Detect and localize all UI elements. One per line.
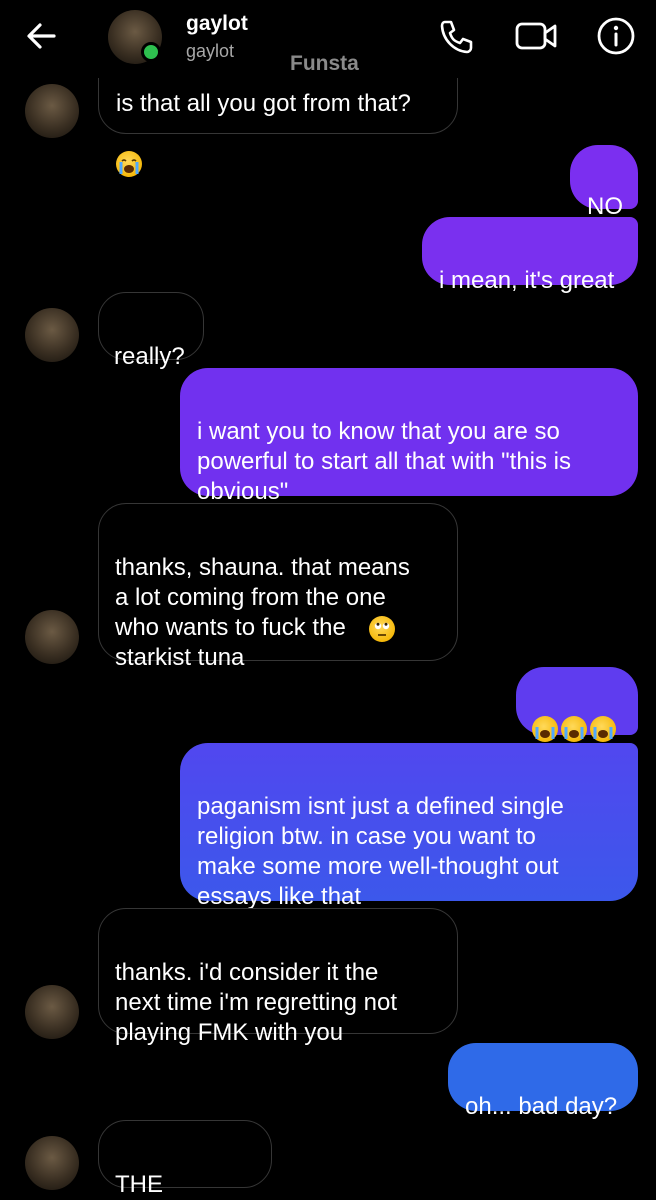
message-bubble-outgoing[interactable]: i mean, it's great — [422, 217, 638, 294]
message-bubble-outgoing[interactable] — [516, 667, 638, 742]
video-icon[interactable] — [514, 14, 558, 58]
message-bubble-outgoing[interactable]: i want you to know that you are so power… — [180, 368, 638, 505]
avatar[interactable] — [25, 610, 79, 664]
loudly-crying-face-emoji — [590, 716, 616, 742]
avatar[interactable] — [25, 84, 79, 138]
face-with-rolling-eyes-emoji — [369, 616, 395, 642]
message-text: thanks. i'd consider it the next time i'… — [115, 959, 398, 1046]
phone-icon[interactable] — [434, 14, 478, 58]
message-bubble-incoming[interactable]: thanks. i'd consider it the next time i'… — [98, 908, 458, 1046]
back-arrow-icon[interactable] — [24, 18, 60, 54]
message-bubble-incoming[interactable]: really? — [98, 292, 204, 370]
loudly-crying-face-emoji — [116, 151, 142, 177]
avatar[interactable] — [25, 308, 79, 362]
watermark-label: Funsta — [290, 52, 359, 75]
message-text: THE WORST — [115, 1171, 163, 1198]
message-bubble-outgoing[interactable]: NO — [570, 145, 638, 220]
message-text: i want you to know that you are so power… — [197, 418, 572, 505]
online-status-dot — [141, 42, 161, 62]
message-bubble-outgoing[interactable]: paganism isnt just a defined single reli… — [180, 743, 638, 910]
avatar[interactable] — [25, 1136, 79, 1190]
message-bubble-incoming[interactable]: thanks, shauna. that means a lot coming … — [98, 503, 458, 671]
avatar[interactable] — [25, 985, 79, 1039]
message-bubble-incoming[interactable]: THE WORST — [98, 1120, 272, 1198]
message-thread[interactable]: is that all you got from that? NO i mean… — [0, 0, 656, 1200]
message-text: really? — [114, 343, 185, 370]
contact-username[interactable]: gaylot — [186, 41, 234, 62]
contact-name[interactable]: gaylot — [186, 12, 248, 36]
message-text: paganism isnt just a defined single reli… — [197, 793, 564, 910]
message-text: NO — [587, 193, 623, 220]
loudly-crying-face-emoji — [532, 716, 558, 742]
conversation-header: gaylot gaylot Funsta — [0, 0, 656, 78]
loudly-crying-face-emoji — [561, 716, 587, 742]
message-bubble-outgoing[interactable]: oh... bad day? — [448, 1043, 638, 1120]
message-text: is that all you got from that? — [116, 90, 411, 117]
info-icon[interactable] — [594, 14, 638, 58]
message-text: i mean, it's great — [439, 267, 615, 294]
message-text: thanks, shauna. that means a lot coming … — [115, 554, 410, 671]
message-text: oh... bad day? — [465, 1093, 618, 1120]
